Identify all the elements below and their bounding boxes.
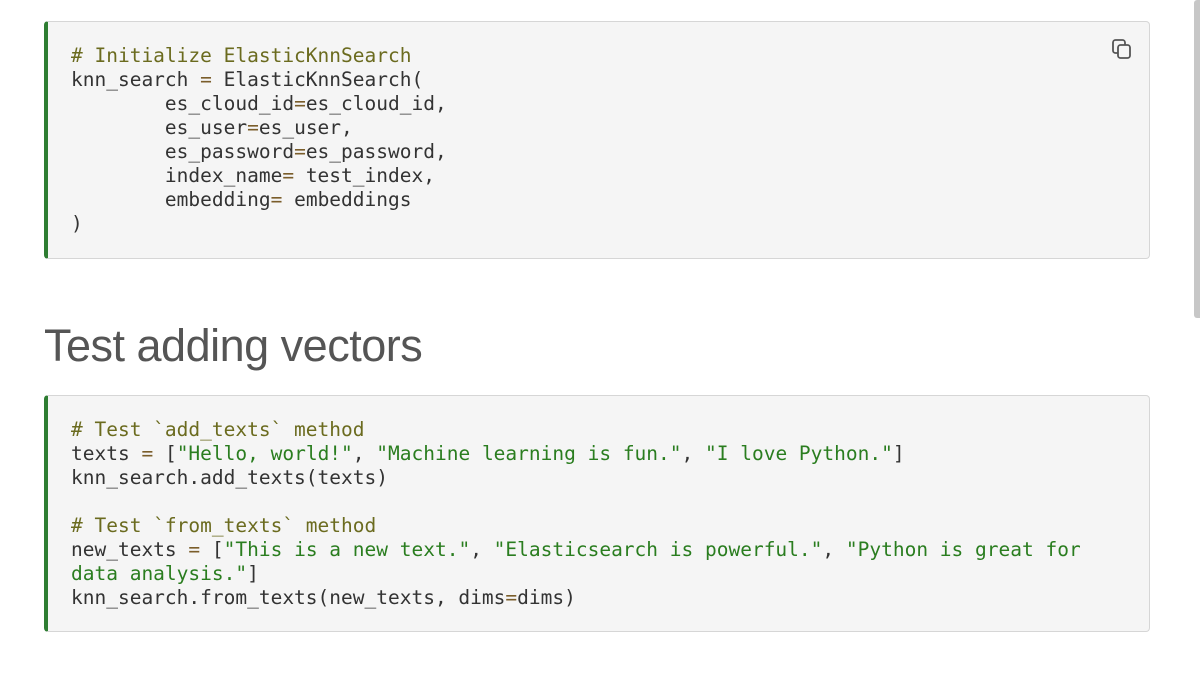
- code-line: index_name= test_index,: [71, 164, 435, 187]
- code-token: embedding: [71, 188, 271, 211]
- code-token: dims): [517, 586, 576, 609]
- code-content: # Initialize ElasticKnnSearch knn_search…: [71, 44, 447, 236]
- code-line: knn_search = ElasticKnnSearch(: [71, 68, 423, 91]
- code-token-op: =: [270, 188, 283, 211]
- code-token: embeddings: [282, 188, 412, 211]
- code-token: test_index,: [294, 164, 435, 187]
- code-token-op: =: [188, 538, 201, 561]
- code-line: ): [71, 212, 83, 235]
- code-token-op: =: [141, 442, 154, 465]
- code-token: knn_search.add_texts(texts): [71, 466, 388, 489]
- code-token: knn_search.from_texts(new_texts, dims: [71, 586, 506, 609]
- code-block-test-adding-vectors: # Test `add_texts` method texts = ["Hell…: [44, 395, 1150, 632]
- code-token: index_name: [71, 164, 283, 187]
- code-token-comment: # Test `from_texts` method: [71, 514, 377, 537]
- copy-code-button[interactable]: [1111, 38, 1133, 60]
- code-token: es_cloud_id: [71, 92, 295, 115]
- code-line: es_password=es_password,: [71, 140, 447, 163]
- code-token-op: =: [282, 164, 295, 187]
- code-line: # Initialize ElasticKnnSearch: [71, 44, 411, 67]
- code-token-string: "I love Python.": [705, 442, 893, 465]
- scrollbar-thumb[interactable]: [1194, 0, 1200, 318]
- code-token: es_password,: [305, 140, 447, 163]
- code-token: ,: [822, 538, 846, 561]
- code-token: ,: [470, 538, 494, 561]
- code-token-string: "Hello, world!": [176, 442, 353, 465]
- code-token-string: "Elasticsearch is powerful.": [493, 538, 823, 561]
- code-line: es_cloud_id=es_cloud_id,: [71, 92, 447, 115]
- code-token: [: [200, 538, 224, 561]
- code-line: new_texts = ["This is a new text.", "Ela…: [71, 538, 1081, 561]
- code-token-comment: # Initialize ElasticKnnSearch: [71, 44, 412, 67]
- code-token-string: "Machine learning is fun.": [376, 442, 682, 465]
- code-line: # Test `add_texts` method: [71, 418, 365, 441]
- page: # Initialize ElasticKnnSearch knn_search…: [0, 0, 1200, 693]
- code-line: es_user=es_user,: [71, 116, 353, 139]
- code-token: new_texts: [71, 538, 189, 561]
- code-token-op: =: [294, 140, 306, 163]
- code-token: es_cloud_id,: [305, 92, 447, 115]
- code-content: # Test `add_texts` method texts = ["Hell…: [71, 418, 1081, 610]
- code-token-comment: # Test `add_texts` method: [71, 418, 365, 441]
- section-heading: Test adding vectors: [44, 320, 423, 371]
- code-token-string: data analysis.": [71, 562, 248, 585]
- code-token: ): [71, 212, 83, 235]
- code-line: # Test `from_texts` method: [71, 514, 376, 537]
- code-token-op: =: [505, 586, 518, 609]
- code-token-op: =: [247, 116, 259, 139]
- code-token: ]: [892, 442, 905, 465]
- code-token: ]: [247, 562, 259, 585]
- code-token: ,: [681, 442, 706, 465]
- code-line: data analysis."]: [71, 562, 259, 585]
- code-token: texts: [71, 442, 142, 465]
- code-line: knn_search.add_texts(texts): [71, 466, 388, 489]
- copy-icon: [1112, 39, 1131, 59]
- code-token-string: "Python is great for: [845, 538, 1081, 561]
- code-token: knn_search: [71, 68, 201, 91]
- code-line: knn_search.from_texts(new_texts, dims=di…: [71, 586, 576, 609]
- code-token: es_user: [71, 116, 248, 139]
- code-token-op: =: [200, 68, 212, 91]
- code-line: embedding= embeddings: [71, 188, 412, 211]
- code-token: ,: [352, 442, 377, 465]
- code-token: es_password: [71, 140, 295, 163]
- code-token: [: [153, 442, 177, 465]
- code-block-initialize: # Initialize ElasticKnnSearch knn_search…: [44, 21, 1150, 259]
- code-token-op: =: [294, 92, 306, 115]
- code-token: es_user,: [258, 116, 353, 139]
- code-token: ElasticKnnSearch(: [211, 68, 424, 91]
- code-line: texts = ["Hello, world!", "Machine learn…: [71, 442, 905, 465]
- code-token-string: "This is a new text.": [223, 538, 471, 561]
